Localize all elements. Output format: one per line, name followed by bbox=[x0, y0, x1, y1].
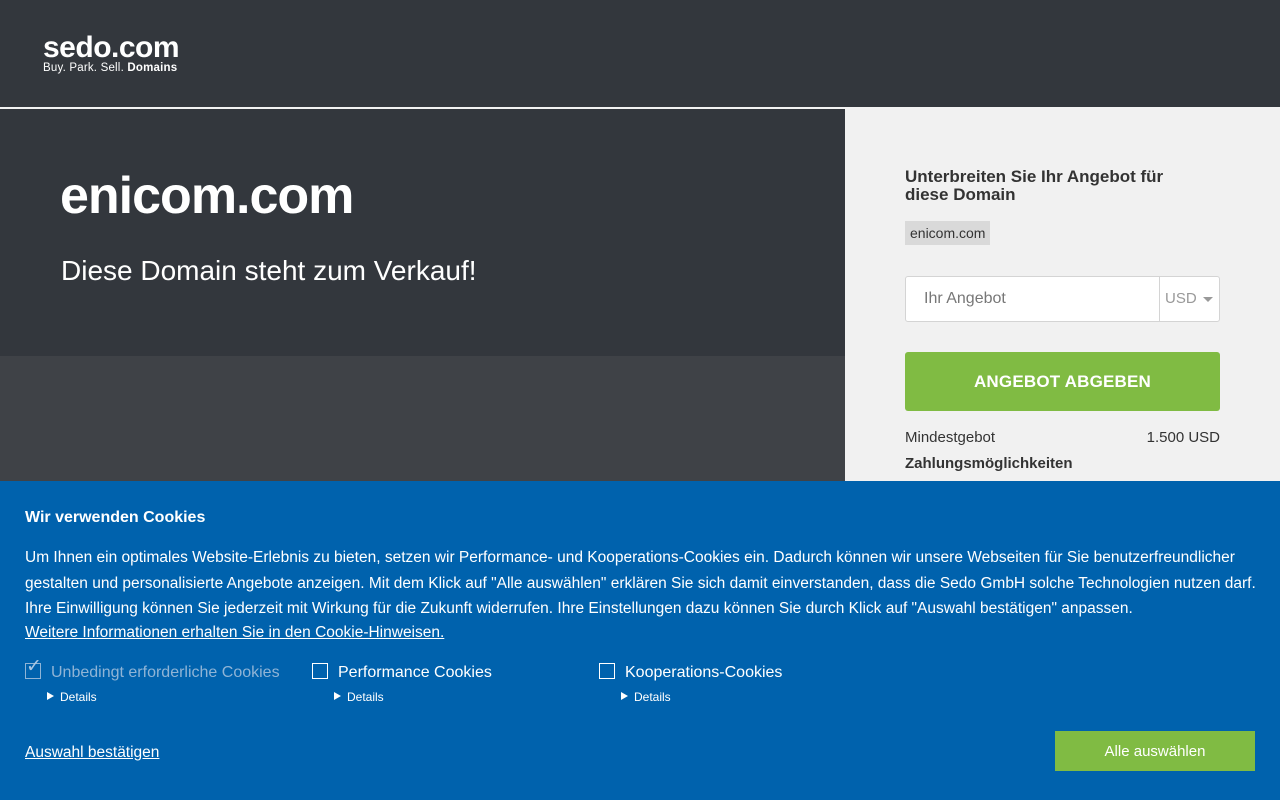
offer-heading: Unterbreiten Sie Ihr Angebot für diese D… bbox=[905, 167, 1164, 204]
cookie-description: Um Ihnen ein optimales Website-Erlebnis … bbox=[25, 549, 1256, 617]
cookie-info-link[interactable]: Weitere Informationen erhalten Sie in de… bbox=[25, 624, 444, 642]
logo-wordmark: sedo.com bbox=[43, 31, 180, 64]
performance-cookies-label[interactable]: Performance Cookies bbox=[338, 663, 492, 683]
triangle-right-icon bbox=[621, 692, 628, 700]
performance-cookies-checkbox[interactable] bbox=[312, 663, 328, 679]
necessary-details-toggle[interactable]: Details bbox=[47, 690, 97, 704]
select-all-button[interactable]: Alle auswählen bbox=[1055, 731, 1255, 771]
submit-offer-button[interactable]: ANGEBOT ABGEBEN bbox=[905, 352, 1220, 411]
payment-options-label: Zahlungsmöglichkeiten bbox=[905, 455, 1073, 472]
offer-input-group: USD bbox=[905, 276, 1220, 322]
site-header: sedo.com Buy. Park. Sell. Domains bbox=[0, 0, 1280, 109]
for-sale-subtitle: Diese Domain steht zum Verkauf! bbox=[61, 255, 477, 286]
cooperation-details-toggle[interactable]: Details bbox=[621, 690, 671, 704]
confirm-selection-link[interactable]: Auswahl bestätigen bbox=[25, 744, 159, 762]
cookie-title: Wir verwenden Cookies bbox=[25, 509, 206, 526]
domain-chip: enicom.com bbox=[905, 221, 991, 245]
sedo-logo[interactable]: sedo.com Buy. Park. Sell. Domains bbox=[43, 31, 180, 75]
hero-lower-band bbox=[0, 356, 845, 481]
logo-tagline: Buy. Park. Sell. Domains bbox=[43, 62, 179, 75]
checkmark-icon: ✓ bbox=[26, 656, 42, 677]
details-label: Details bbox=[634, 690, 671, 704]
necessary-cookies-label: Unbedingt erforderliche Cookies bbox=[51, 664, 280, 681]
triangle-right-icon bbox=[334, 692, 341, 700]
hero-section bbox=[0, 109, 845, 356]
offer-amount-input[interactable] bbox=[906, 277, 1159, 321]
min-bid-value: 1.500 USD bbox=[1146, 429, 1220, 446]
triangle-right-icon bbox=[47, 692, 54, 700]
chevron-down-icon bbox=[1203, 297, 1213, 302]
currency-select[interactable]: USD bbox=[1159, 277, 1219, 321]
cooperation-cookies-checkbox[interactable] bbox=[599, 663, 615, 679]
min-bid-label: Mindestgebot bbox=[905, 429, 996, 446]
performance-details-toggle[interactable]: Details bbox=[334, 690, 384, 704]
cooperation-cookies-label[interactable]: Kooperations-Cookies bbox=[625, 663, 782, 683]
cookie-banner: Wir verwenden Cookies Um Ihnen ein optim… bbox=[0, 481, 1280, 800]
logo-tagline-bold: Domains bbox=[127, 62, 178, 74]
details-label: Details bbox=[347, 690, 384, 704]
offer-panel: Unterbreiten Sie Ihr Angebot für diese D… bbox=[845, 109, 1280, 481]
domain-title: enicom.com bbox=[60, 167, 354, 225]
details-label: Details bbox=[60, 690, 97, 704]
currency-value: USD bbox=[1165, 290, 1197, 307]
logo-tagline-prefix: Buy. Park. Sell. bbox=[43, 62, 124, 74]
